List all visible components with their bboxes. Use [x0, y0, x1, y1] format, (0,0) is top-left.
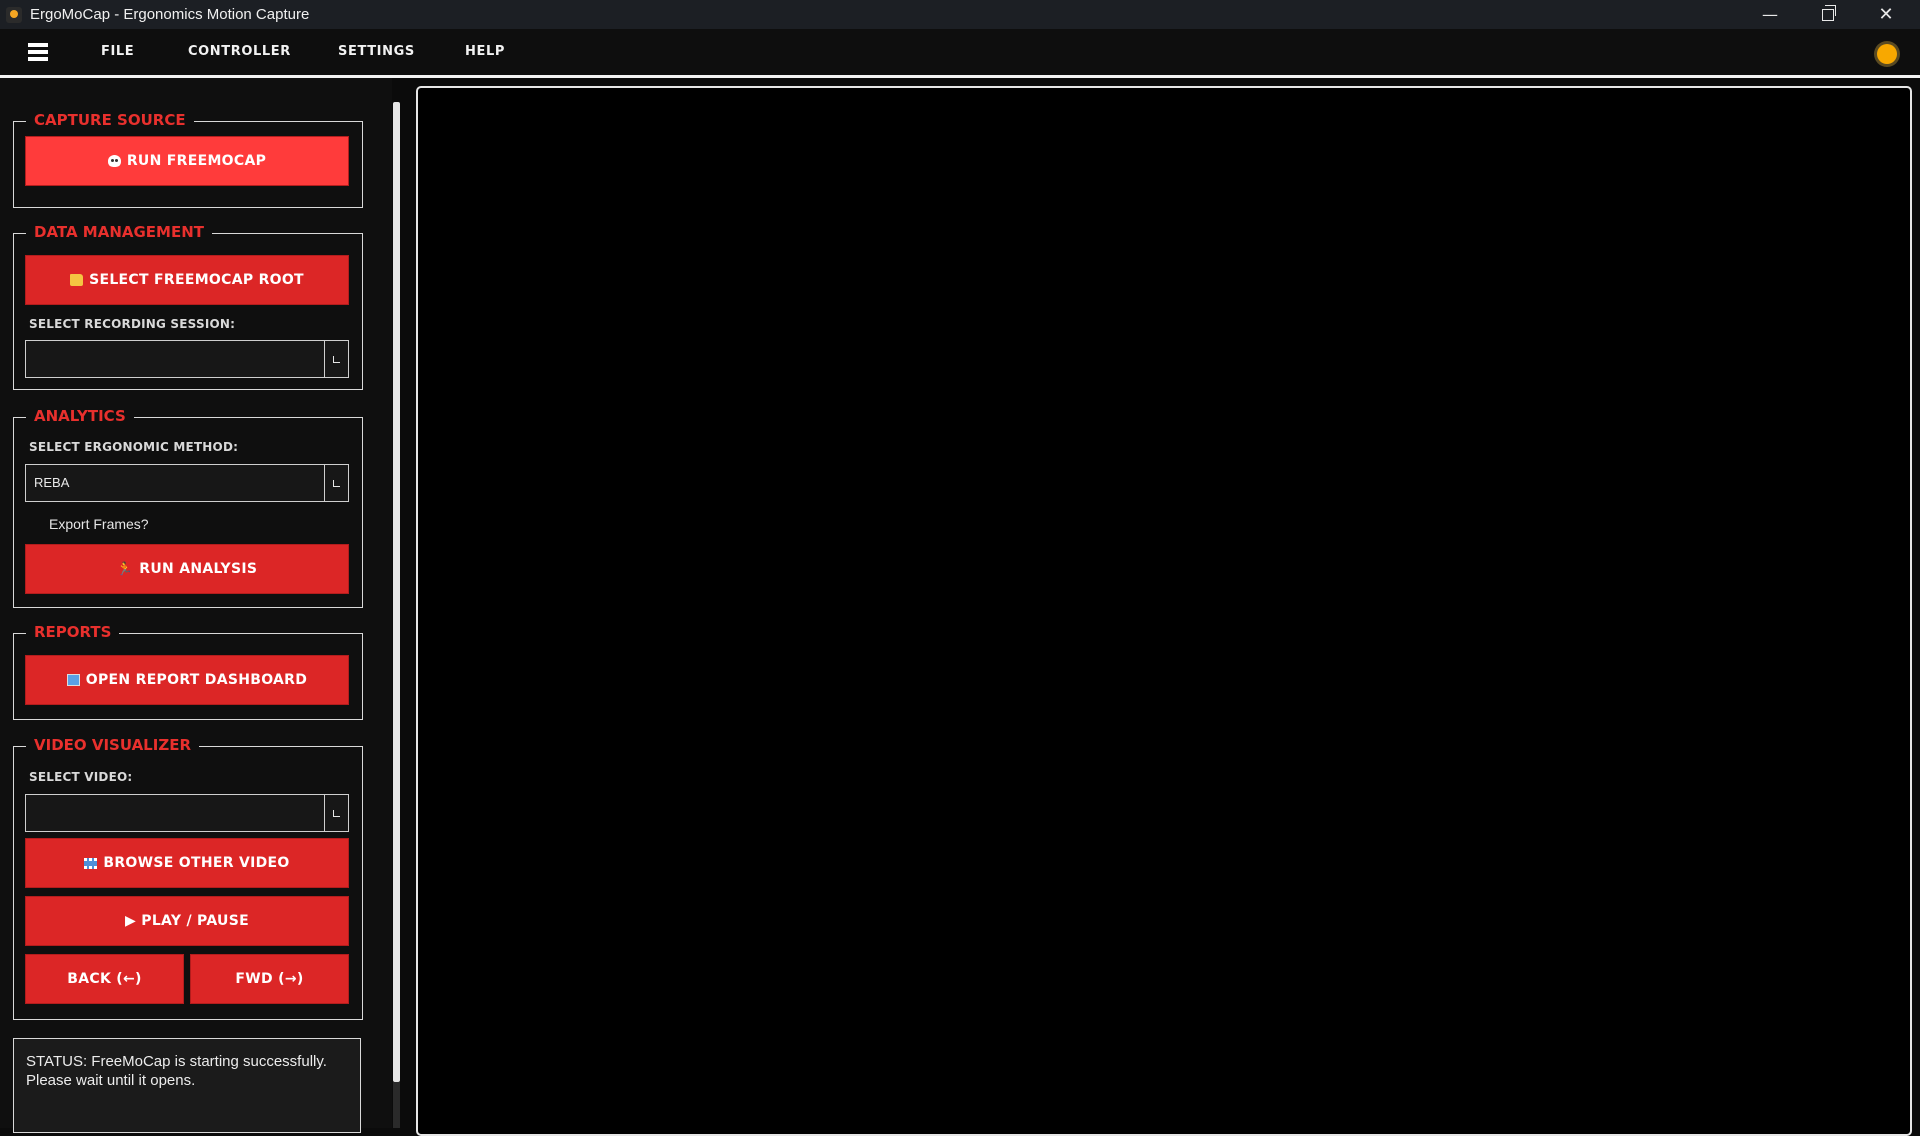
restore-button[interactable]	[1799, 0, 1857, 29]
analytics-title: ANALYTICS	[26, 407, 134, 425]
status-panel: STATUS: FreeMoCap is starting successful…	[13, 1038, 361, 1133]
analytics-group: ANALYTICS SELECT ERGONOMIC METHOD: REBA …	[13, 407, 363, 608]
app-icon	[6, 6, 22, 23]
restore-icon	[1822, 4, 1836, 21]
minimize-icon: —	[1762, 5, 1778, 24]
ergonomic-method-select[interactable]: REBA	[25, 464, 349, 502]
recording-session-select[interactable]	[25, 340, 349, 378]
menu-help[interactable]: HELP	[465, 44, 505, 59]
sidebar-scrollbar[interactable]	[393, 102, 400, 1082]
select-root-label: SELECT FREEMOCAP ROOT	[89, 272, 304, 288]
data-management-group: DATA MANAGEMENT SELECT FREEMOCAP ROOT SE…	[13, 223, 363, 390]
status-text: STATUS: FreeMoCap is starting successful…	[26, 1053, 327, 1089]
back-label: BACK (←)	[67, 971, 142, 987]
run-analysis-button[interactable]: 🏃 RUN ANALYSIS	[25, 544, 349, 594]
window-title: ErgoMoCap - Ergonomics Motion Capture	[30, 6, 310, 23]
browse-other-video-button[interactable]: BROWSE OTHER VIDEO	[25, 838, 349, 888]
video-visualizer-group: VIDEO VISUALIZER SELECT VIDEO: BROWSE OT…	[13, 736, 363, 1020]
method-label: SELECT ERGONOMIC METHOD:	[29, 440, 239, 454]
scrollbar-track[interactable]	[393, 1082, 400, 1128]
data-management-title: DATA MANAGEMENT	[26, 223, 213, 241]
play-pause-label: ▶ PLAY / PAUSE	[125, 913, 249, 929]
capture-source-title: CAPTURE SOURCE	[26, 111, 194, 129]
chart-icon	[66, 674, 80, 686]
browse-video-label: BROWSE OTHER VIDEO	[103, 855, 290, 871]
reports-title: REPORTS	[26, 623, 120, 641]
sidebar: CAPTURE SOURCE RUN FREEMOCAP DATA MANAGE…	[0, 78, 392, 1128]
runner-icon: 🏃	[116, 561, 134, 577]
reports-group: REPORTS OPEN REPORT DASHBOARD	[13, 623, 363, 720]
film-icon	[84, 857, 98, 869]
chevron-down-icon[interactable]	[324, 465, 348, 501]
capture-source-group: CAPTURE SOURCE RUN FREEMOCAP	[13, 111, 363, 208]
select-video-label: SELECT VIDEO:	[29, 770, 133, 784]
video-visualizer-title: VIDEO VISUALIZER	[26, 736, 199, 754]
chevron-down-icon[interactable]	[324, 341, 348, 377]
folder-icon	[70, 274, 84, 286]
method-value: REBA	[34, 475, 70, 490]
minimize-button[interactable]: —	[1741, 0, 1799, 29]
sun-icon[interactable]	[1877, 44, 1897, 64]
back-button[interactable]: BACK (←)	[25, 954, 184, 1004]
close-button[interactable]: ✕	[1857, 0, 1915, 29]
menu-settings[interactable]: SETTINGS	[338, 44, 415, 59]
play-pause-button[interactable]: ▶ PLAY / PAUSE	[25, 896, 349, 946]
run-analysis-label: RUN ANALYSIS	[139, 561, 258, 577]
export-frames-checkbox[interactable]: Export Frames?	[49, 516, 149, 532]
menu-controller[interactable]: CONTROLLER	[188, 44, 291, 59]
forward-button[interactable]: FWD (→)	[190, 954, 349, 1004]
video-viewer[interactable]	[416, 86, 1912, 1136]
session-label: SELECT RECORDING SESSION:	[29, 317, 236, 331]
select-freemocap-root-button[interactable]: SELECT FREEMOCAP ROOT	[25, 255, 349, 305]
report-dashboard-label: OPEN REPORT DASHBOARD	[85, 672, 308, 688]
title-bar: ErgoMoCap - Ergonomics Motion Capture — …	[0, 0, 1920, 29]
video-select[interactable]	[25, 794, 349, 832]
chevron-down-icon[interactable]	[324, 795, 348, 831]
close-icon: ✕	[1878, 4, 1894, 25]
skull-icon	[107, 155, 121, 167]
forward-label: FWD (→)	[235, 971, 304, 987]
open-report-dashboard-button[interactable]: OPEN REPORT DASHBOARD	[25, 655, 349, 705]
menu-file[interactable]: FILE	[101, 44, 134, 59]
hamburger-icon[interactable]	[28, 43, 48, 61]
run-freemocap-label: RUN FREEMOCAP	[126, 153, 267, 169]
menu-bar: FILE CONTROLLER SETTINGS HELP	[0, 29, 1920, 78]
run-freemocap-button[interactable]: RUN FREEMOCAP	[25, 136, 349, 186]
